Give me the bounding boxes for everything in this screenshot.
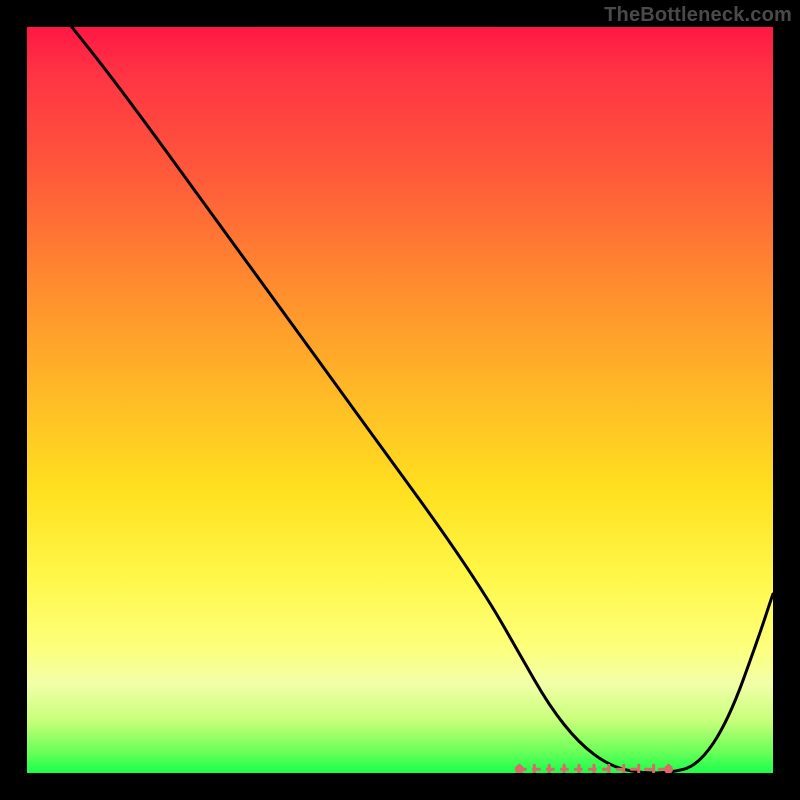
chart-frame: TheBottleneck.com [0,0,800,800]
watermark-text: TheBottleneck.com [604,4,792,27]
plot-area [27,27,773,773]
min-end-dot [664,765,673,773]
min-end-dot [515,765,524,773]
bottleneck-curve [72,27,773,773]
curve-group [72,27,773,773]
curve-svg [27,27,773,773]
